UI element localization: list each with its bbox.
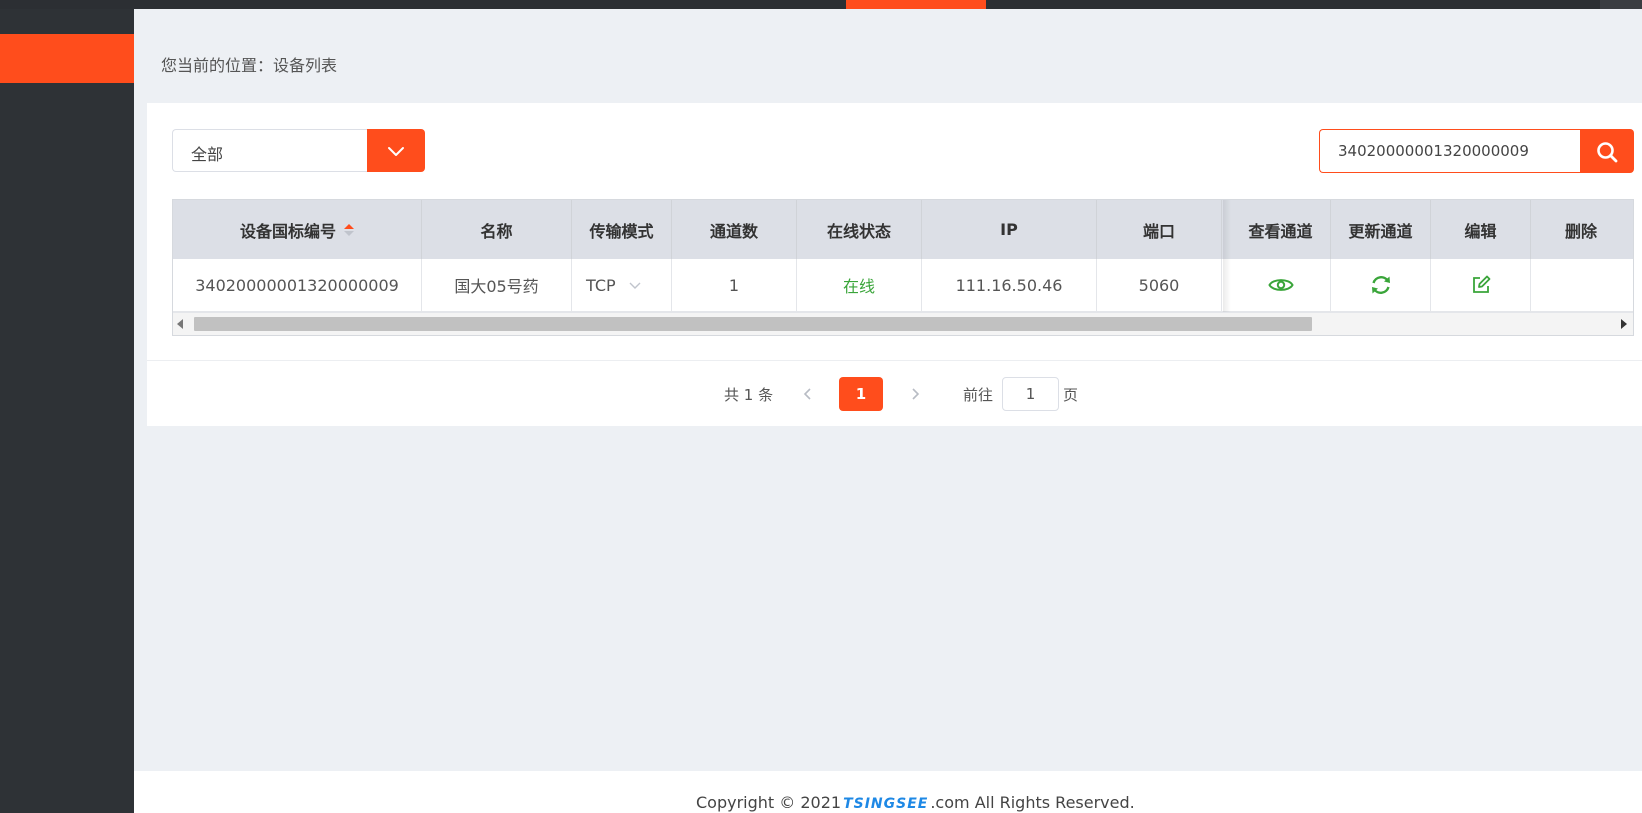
cell-device-id: 34020000001320000009 — [173, 259, 422, 311]
edit-icon[interactable] — [1471, 275, 1491, 295]
top-bar — [0, 0, 1642, 9]
col-device-id-label: 设备国标编号 — [239, 221, 336, 241]
cell-status: 在线 — [797, 259, 922, 311]
refresh-icon[interactable] — [1369, 273, 1393, 297]
pagination-current-page[interactable]: 1 — [839, 377, 883, 411]
breadcrumb-prefix: 您当前的位置： — [161, 56, 274, 75]
top-bar-active-tab[interactable] — [846, 0, 986, 9]
cell-channels: 1 — [672, 259, 797, 311]
cell-port: 5060 — [1097, 259, 1222, 311]
cell-ip: 111.16.50.46 — [922, 259, 1097, 311]
footer-suffix: .com All Rights Reserved. — [930, 793, 1135, 812]
cell-view-channels — [1231, 259, 1331, 311]
chevron-down-icon — [629, 282, 641, 289]
col-name: 名称 — [422, 200, 572, 259]
col-view-channels: 查看通道 — [1231, 200, 1331, 259]
status-filter-select[interactable]: 全部 — [172, 129, 367, 172]
pagination-next-button[interactable] — [908, 383, 924, 405]
scroll-right-arrow-icon[interactable] — [1621, 319, 1627, 329]
scroll-left-arrow-icon[interactable] — [177, 319, 183, 329]
table-row: 34020000001320000009 国大05号药 TCP 1 在线 111… — [173, 259, 1633, 312]
col-status: 在线状态 — [797, 200, 922, 259]
sidebar-item-active[interactable] — [0, 34, 134, 83]
device-table: 设备国标编号 名称 传输模式 通道数 在线状态 IP 端口 查看通道 更新通道 … — [172, 199, 1634, 336]
cell-transport-value: TCP — [586, 275, 616, 295]
cell-delete — [1531, 259, 1631, 311]
cell-edit — [1431, 259, 1531, 311]
chevron-down-icon — [388, 147, 404, 156]
pagination-goto-input[interactable] — [1002, 377, 1059, 411]
pagination-prev-button[interactable] — [799, 383, 815, 405]
footer-brand-logo: TSINGSEE — [843, 796, 929, 812]
search-icon — [1597, 142, 1618, 163]
col-channels: 通道数 — [672, 200, 797, 259]
breadcrumb: 您当前的位置：设备列表 — [161, 52, 337, 76]
pagination-total: 共 1 条 — [724, 386, 774, 404]
cell-transport-select[interactable]: TCP — [572, 259, 672, 311]
col-device-id[interactable]: 设备国标编号 — [173, 200, 422, 259]
status-filter-dropdown-button[interactable] — [367, 129, 425, 172]
breadcrumb-current: 设备列表 — [273, 56, 338, 75]
chevron-right-icon — [912, 388, 920, 400]
table-header: 设备国标编号 名称 传输模式 通道数 在线状态 IP 端口 查看通道 更新通道 … — [173, 200, 1633, 259]
pagination-goto-label: 前往 — [963, 386, 994, 404]
col-delete: 删除 — [1564, 221, 1597, 241]
cell-update-channels — [1331, 259, 1431, 311]
cell-name: 国大05号药 — [422, 259, 572, 311]
eye-icon[interactable] — [1267, 276, 1294, 294]
top-bar-end — [1600, 0, 1642, 9]
table-horizontal-scrollbar[interactable] — [173, 312, 1633, 335]
footer-copyright: Copyright © 2021 TSINGSEE .com All Right… — [696, 793, 1135, 812]
fixed-column-shadow — [1223, 200, 1231, 312]
col-update-channels: 更新通道 — [1331, 200, 1431, 259]
status-filter-value: 全部 — [191, 145, 224, 164]
sidebar — [0, 9, 134, 813]
chevron-left-icon — [803, 388, 811, 400]
search-input[interactable] — [1319, 129, 1580, 173]
col-ip: IP — [922, 200, 1097, 259]
col-edit: 编辑 — [1431, 200, 1531, 259]
scroll-thumb[interactable] — [194, 317, 1312, 331]
col-port: 端口 — [1097, 200, 1222, 259]
pagination-page-label: 页 — [1063, 386, 1079, 404]
footer-prefix: Copyright © 2021 — [696, 793, 842, 812]
search-button[interactable] — [1580, 129, 1634, 173]
col-transport: 传输模式 — [572, 200, 672, 259]
pagination-divider — [147, 360, 1642, 361]
sort-caret-icon[interactable] — [344, 223, 354, 236]
